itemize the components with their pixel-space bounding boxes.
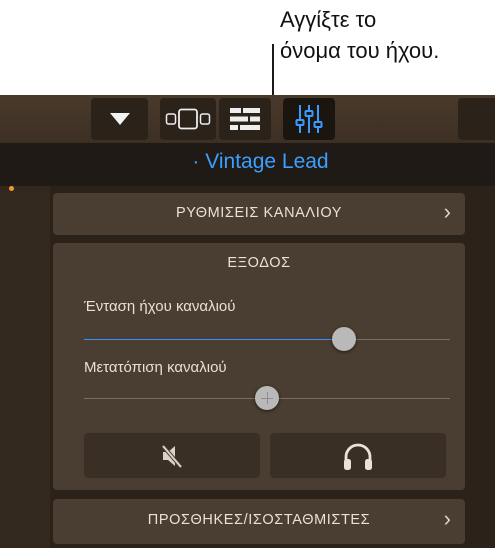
volume-label: Ένταση ήχου καναλιού (84, 298, 236, 315)
app-window: · Vintage Lead ΡΥΘΜΙΣΕΙΣ ΚΑΝΑΛΙΟΥ › ΕΞΟΔ… (0, 95, 495, 548)
pan-slider[interactable] (84, 386, 450, 410)
tracks-view-icon (230, 108, 260, 130)
channel-settings-row[interactable]: ΡΥΘΜΙΣΕΙΣ ΚΑΝΑΛΙΟΥ › (53, 193, 465, 235)
volume-slider[interactable] (84, 327, 450, 351)
chevron-right-icon: › (443, 199, 451, 224)
pan-slider-thumb[interactable] (255, 386, 279, 410)
volume-slider-fill (84, 339, 344, 340)
record-indicator (9, 186, 14, 191)
sound-name-bar: · Vintage Lead (0, 143, 495, 186)
volume-slider-thumb[interactable] (331, 327, 356, 351)
dropdown-arrow-icon (109, 113, 130, 125)
pan-label: Μετατόπιση καναλιού (84, 359, 227, 376)
sound-name-dot: · (192, 150, 200, 173)
monitor-button[interactable] (270, 433, 446, 478)
toolbar-button-offscreen[interactable] (458, 98, 495, 140)
mixer-icon (295, 105, 323, 133)
plugins-eq-label: ΠΡΟΣΘΗΚΕΣ/ΙΣΟΣΤΑΘΜΙΣΤΕΣ (147, 512, 371, 528)
inspector-panel: ΡΥΘΜΙΣΕΙΣ ΚΑΝΑΛΙΟΥ › ΕΞΟΔΟΣ Ένταση ήχου … (50, 186, 495, 548)
sound-name[interactable]: · Vintage Lead (0, 150, 495, 174)
output-label: ΕΞΟΔΟΣ (227, 255, 291, 271)
callout-text: Αγγίξτε το όνομα του ήχου. (280, 4, 490, 66)
speaker-mute-icon (161, 444, 183, 468)
toolbar (0, 95, 495, 143)
output-section: ΕΞΟΔΟΣ Ένταση ήχου καναλιού Μετατόπιση κ… (53, 243, 465, 490)
view-switch-icon (165, 108, 211, 130)
plugins-eq-row[interactable]: ΠΡΟΣΘΗΚΕΣ/ΙΣΟΣΤΑΘΜΙΣΤΕΣ › (53, 499, 465, 544)
mute-button[interactable] (84, 433, 260, 478)
callout-line-1: Αγγίξτε το (280, 7, 377, 32)
callout-line-2: όνομα του ήχου. (280, 38, 440, 63)
channel-settings-label: ΡΥΘΜΙΣΕΙΣ ΚΑΝΑΛΙΟΥ (175, 205, 343, 221)
headphones-icon (344, 443, 372, 470)
track-area (0, 186, 50, 548)
sound-name-text: Vintage Lead (205, 150, 329, 173)
chevron-right-icon: › (443, 506, 451, 531)
tracks-view-button[interactable] (219, 98, 271, 140)
view-switch-button[interactable] (160, 98, 216, 140)
dropdown-button[interactable] (91, 98, 148, 140)
mixer-button[interactable] (283, 98, 335, 140)
